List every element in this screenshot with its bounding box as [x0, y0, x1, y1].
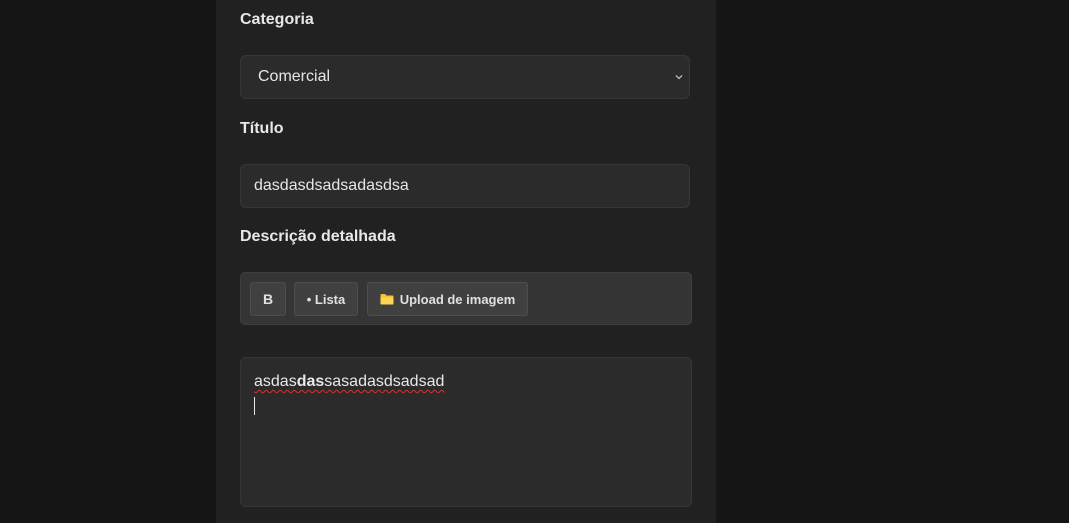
title-label: Título [240, 120, 284, 137]
form-panel: Categoria Comercial Título dasdasdsadsad… [216, 0, 716, 523]
category-label: Categoria [240, 11, 314, 28]
editor-text-bold: das [296, 373, 325, 390]
editor-text-plain: asdas [254, 373, 297, 390]
editor-text-plain-tail: sasadasdsadsad [324, 373, 445, 390]
text-caret [254, 397, 255, 415]
bold-button-label: B [262, 291, 274, 307]
list-button-label: • Lista [306, 291, 346, 307]
chevron-down-icon [675, 75, 683, 80]
upload-image-button-label: Upload de imagem [399, 291, 516, 307]
folder-icon [380, 294, 394, 305]
editor-text-line: asdasdassasadasdsadsad [254, 373, 444, 390]
list-button[interactable]: • Lista [294, 282, 358, 316]
upload-image-button[interactable]: Upload de imagem [367, 282, 528, 316]
bold-button[interactable]: B [250, 282, 286, 316]
category-select[interactable]: Comercial [240, 55, 690, 99]
title-input-value: dasdasdsadsadasdsa [254, 177, 409, 194]
editor-toolbar: B • Lista Upload de imagem [240, 272, 692, 325]
category-select-value: Comercial [258, 68, 331, 85]
title-input[interactable]: dasdasdsadsadasdsa [240, 164, 690, 208]
description-label: Descrição detalhada [240, 228, 396, 245]
description-editor[interactable]: asdasdassasadasdsadsad [240, 357, 692, 507]
